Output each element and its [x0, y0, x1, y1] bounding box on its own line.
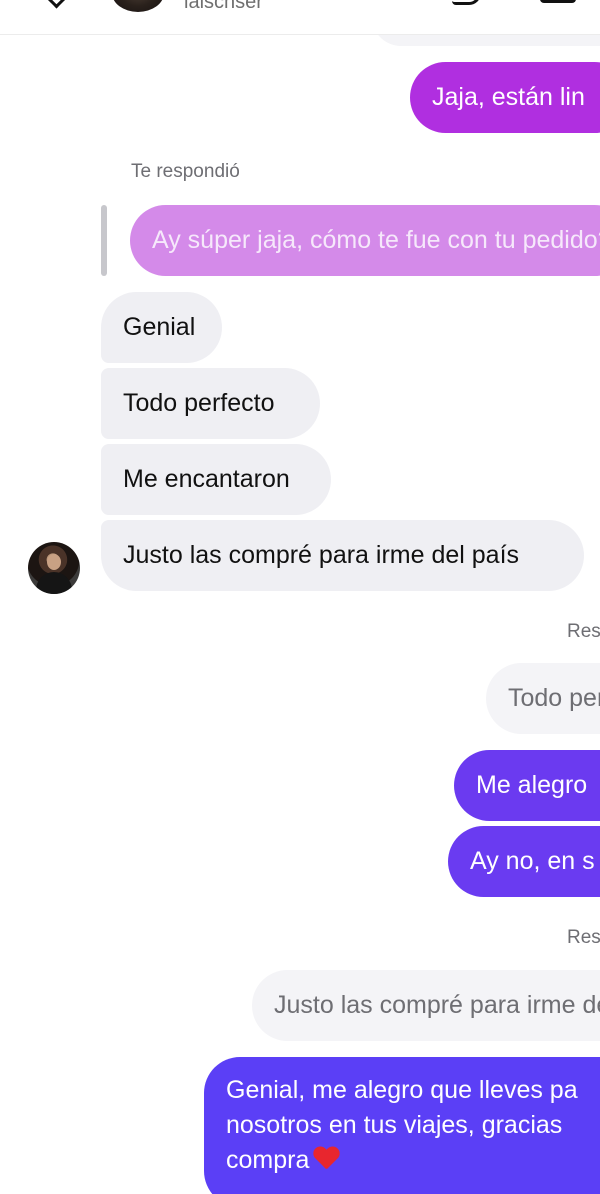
message-bubble-incoming[interactable]: Genial	[101, 292, 222, 363]
message-bubble-incoming[interactable]: Justo las compré para irme del país	[101, 520, 584, 591]
quoted-message-text: Justo las compré para irme de	[274, 991, 600, 1019]
quoted-message-bubble[interactable]: Ay súper jaja, cómo te fue con tu pedido…	[130, 205, 600, 276]
video-camera-icon[interactable]	[540, 0, 576, 3]
phone-icon[interactable]	[452, 0, 481, 5]
message-text: Genial	[123, 313, 196, 341]
message-bubble-outgoing[interactable]: Ay no, en s	[448, 826, 600, 897]
sender-avatar[interactable]	[28, 542, 80, 594]
message-bubble-outgoing[interactable]: Me alegro	[454, 750, 600, 821]
avatar-figure	[36, 572, 72, 594]
chat-header: laischser	[0, 0, 600, 35]
message-text: Justo las compré para irme del país	[123, 541, 520, 569]
reply-label: Res	[567, 927, 600, 948]
message-text: compra	[226, 1146, 310, 1174]
message-bubble-outgoing[interactable]: Genial, me alegro que lleves pa nosotros…	[204, 1057, 600, 1194]
message-bubble-incoming[interactable]: Todo perfecto	[101, 368, 320, 439]
header-username[interactable]: laischser	[184, 0, 263, 14]
message-bubble-outgoing[interactable]: Jaja, están lin	[410, 62, 600, 133]
chat-screen: laischser Jaja, están lin Te respondió A…	[0, 0, 600, 1194]
message-text-line: compra	[226, 1143, 600, 1178]
heart-emoji-icon	[313, 1147, 339, 1171]
quote-bar	[101, 205, 107, 276]
reply-label: Te respondió	[131, 161, 240, 182]
chevron-left-icon[interactable]	[44, 0, 69, 9]
message-bubble-incoming[interactable]: Me encantaron	[101, 444, 331, 515]
quoted-message-text: Todo per	[508, 684, 600, 712]
message-text-line: nosotros en tus viajes, gracias	[226, 1111, 563, 1139]
quoted-message-text: Ay súper jaja, cómo te fue con tu pedido…	[152, 226, 600, 254]
message-text: Me alegro	[476, 771, 588, 799]
quoted-message-bubble[interactable]: Justo las compré para irme de	[252, 970, 600, 1041]
reply-label: Res	[567, 621, 600, 642]
quoted-message-bubble[interactable]: Todo per	[486, 663, 600, 734]
message-text: Ay no, en s	[470, 847, 595, 875]
message-text-line: Genial, me alegro que lleves pa	[226, 1076, 578, 1104]
message-text: Me encantaron	[123, 465, 290, 493]
avatar-face	[47, 554, 61, 570]
message-text: Todo perfecto	[123, 389, 275, 417]
message-text: Jaja, están lin	[432, 83, 585, 111]
header-avatar[interactable]	[112, 0, 164, 12]
